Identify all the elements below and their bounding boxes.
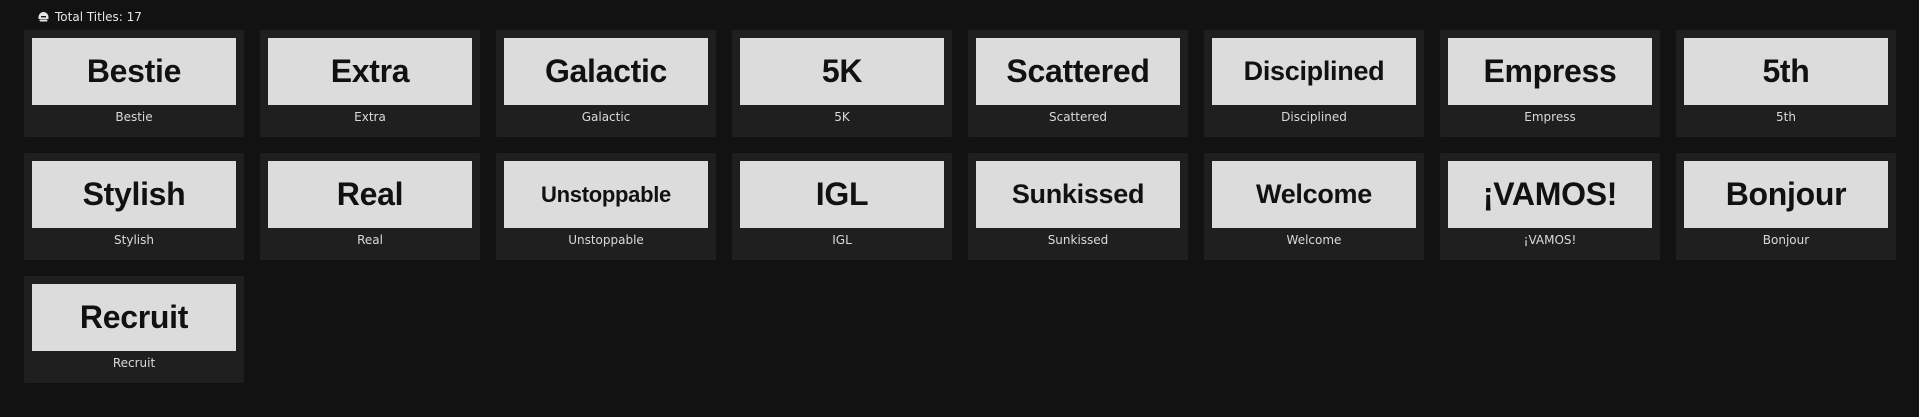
title-card-welcome[interactable]: Welcome Welcome (1204, 153, 1424, 260)
title-caption: Sunkissed (1047, 233, 1109, 247)
title-caption: Bonjour (1762, 233, 1810, 247)
title-plate: Disciplined (1212, 38, 1416, 105)
title-plate: Scattered (976, 38, 1180, 105)
title-card-real[interactable]: Real Real (260, 153, 480, 260)
title-caption: Empress (1524, 110, 1576, 124)
title-card-unstoppable[interactable]: Unstoppable Unstoppable (496, 153, 716, 260)
title-caption: Galactic (581, 110, 631, 124)
title-card-5k[interactable]: 5K 5K (732, 30, 952, 137)
total-titles-label: Total Titles: 17 (55, 10, 142, 24)
title-caption: Disciplined (1281, 110, 1347, 124)
title-card-disciplined[interactable]: Disciplined Disciplined (1204, 30, 1424, 137)
title-card-galactic[interactable]: Galactic Galactic (496, 30, 716, 137)
title-plate: Welcome (1212, 161, 1416, 228)
title-plate: Stylish (32, 161, 236, 228)
title-plate: Bestie (32, 38, 236, 105)
title-plate: Extra (268, 38, 472, 105)
title-card-stylish[interactable]: Stylish Stylish (24, 153, 244, 260)
title-plate: Recruit (32, 284, 236, 351)
title-caption: Stylish (114, 233, 154, 247)
title-caption: 5th (1776, 110, 1796, 124)
title-caption: Welcome (1286, 233, 1342, 247)
title-plate: Galactic (504, 38, 708, 105)
titles-grid: Bestie Bestie Extra Extra Galactic Galac… (24, 30, 1896, 383)
title-caption: Unstoppable (568, 233, 644, 247)
title-plate: Sunkissed (976, 161, 1180, 228)
title-plate: Real (268, 161, 472, 228)
title-card-5th[interactable]: 5th 5th (1676, 30, 1896, 137)
title-plate: Bonjour (1684, 161, 1888, 228)
title-caption: Bestie (115, 110, 153, 124)
title-card-extra[interactable]: Extra Extra (260, 30, 480, 137)
title-card-recruit[interactable]: Recruit Recruit (24, 276, 244, 383)
title-plate: IGL (740, 161, 944, 228)
title-caption: IGL (832, 233, 852, 247)
title-card-sunkissed[interactable]: Sunkissed Sunkissed (968, 153, 1188, 260)
title-caption: 5K (834, 110, 850, 124)
title-card-scattered[interactable]: Scattered Scattered (968, 30, 1188, 137)
title-plate: 5K (740, 38, 944, 105)
title-caption: Recruit (112, 356, 156, 370)
helmet-icon (37, 11, 50, 24)
title-caption: Real (357, 233, 383, 247)
title-caption: Extra (354, 110, 386, 124)
title-card-bonjour[interactable]: Bonjour Bonjour (1676, 153, 1896, 260)
title-caption: ¡VAMOS! (1523, 233, 1577, 247)
title-plate: Unstoppable (504, 161, 708, 228)
title-card-igl[interactable]: IGL IGL (732, 153, 952, 260)
title-plate: ¡VAMOS! (1448, 161, 1652, 228)
title-plate: 5th (1684, 38, 1888, 105)
title-card-vamos[interactable]: ¡VAMOS! ¡VAMOS! (1440, 153, 1660, 260)
title-caption: Scattered (1048, 110, 1108, 124)
total-titles-header: Total Titles: 17 (37, 10, 142, 24)
title-card-bestie[interactable]: Bestie Bestie (24, 30, 244, 137)
title-plate: Empress (1448, 38, 1652, 105)
title-card-empress[interactable]: Empress Empress (1440, 30, 1660, 137)
